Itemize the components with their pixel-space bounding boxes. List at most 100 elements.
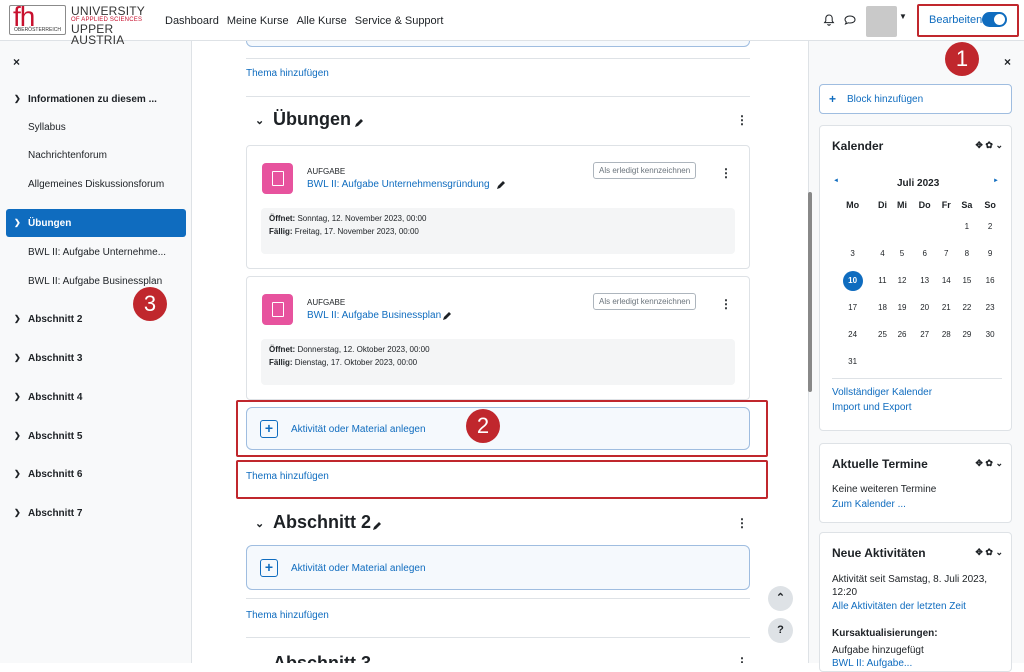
activity-menu-icon[interactable]: ⋮	[720, 297, 732, 311]
university-logo[interactable]: fh OBERÖSTERREICH UNIVERSITY OF APPLIED …	[9, 5, 145, 46]
chevron-down-icon[interactable]: ⌄	[255, 114, 264, 127]
calendar-day[interactable]: 17	[832, 294, 873, 321]
add-activity-box-top[interactable]	[246, 41, 750, 47]
full-calendar-link[interactable]: Vollständiger Kalender	[832, 387, 932, 398]
calendar-day[interactable]: 3	[832, 240, 873, 267]
nav-alle-kurse[interactable]: Alle Kurse	[297, 15, 347, 27]
calendar-day[interactable]: 22	[956, 294, 979, 321]
activity-link-unternehmensgruendung[interactable]: BWL II: Aufgabe Unternehmensgründung	[307, 179, 490, 190]
pencil-icon[interactable]	[441, 311, 452, 322]
calendar-today[interactable]: 10	[842, 270, 863, 291]
chat-icon[interactable]	[842, 13, 858, 27]
divider	[246, 96, 750, 97]
calendar-day	[978, 348, 1002, 375]
chevron-down-icon[interactable]: ⌄	[255, 658, 264, 663]
close-drawer-icon[interactable]: ×	[1004, 55, 1011, 69]
highlight-box-add-activity	[236, 400, 768, 457]
pencil-icon[interactable]	[371, 521, 382, 532]
top-navbar: fh OBERÖSTERREICH UNIVERSITY OF APPLIED …	[0, 0, 1024, 46]
calendar-day	[832, 213, 873, 240]
calendar-day[interactable]: 5	[892, 240, 913, 267]
section-title-abschnitt-3[interactable]: Abschnitt 3	[273, 653, 371, 663]
calendar-day[interactable]: 24	[832, 321, 873, 348]
calendar-day[interactable]: 11	[873, 267, 892, 294]
calendar-day[interactable]: 10	[832, 267, 873, 294]
calendar-day[interactable]: 12	[892, 267, 913, 294]
index-section-uebungen[interactable]: ❯ Übungen	[6, 209, 186, 237]
calendar-day[interactable]: 16	[978, 267, 1002, 294]
calendar-day[interactable]: 9	[978, 240, 1002, 267]
calendar-day[interactable]: 27	[912, 321, 937, 348]
edit-mode-label[interactable]: Bearbeiten	[929, 14, 982, 26]
calendar-day[interactable]: 6	[912, 240, 937, 267]
calendar-day[interactable]: 25	[873, 321, 892, 348]
calendar-day[interactable]: 8	[956, 240, 979, 267]
update-link[interactable]: BWL II: Aufgabe...	[832, 658, 912, 669]
add-topic-link[interactable]: Thema hinzufügen	[246, 68, 329, 79]
user-avatar[interactable]	[866, 6, 897, 37]
nav-meine-kurse[interactable]: Meine Kurse	[227, 15, 289, 27]
prev-month-icon[interactable]: ◄	[833, 178, 839, 184]
chevron-down-icon[interactable]: ❯	[14, 469, 21, 478]
calendar-week: 17 18 19 20 21 22 23	[832, 294, 1002, 321]
activity-menu-icon[interactable]: ⋮	[720, 166, 732, 180]
calendar-day[interactable]: 28	[937, 321, 956, 348]
calendar-day[interactable]: 2	[978, 213, 1002, 240]
mark-done-button[interactable]: Als erledigt kennzeichnen	[593, 293, 697, 310]
calendar-day[interactable]: 31	[832, 348, 873, 375]
nav-service-support[interactable]: Service & Support	[355, 15, 444, 27]
calendar-day[interactable]: 15	[956, 267, 979, 294]
index-label: Übungen	[28, 218, 72, 229]
add-topic-link[interactable]: Thema hinzufügen	[246, 610, 329, 621]
calendar-day[interactable]: 14	[937, 267, 956, 294]
calendar-day[interactable]: 4	[873, 240, 892, 267]
activity-link-businessplan[interactable]: BWL II: Aufgabe Businessplan	[307, 310, 441, 321]
calendar-day[interactable]: 29	[956, 321, 979, 348]
section-title-abschnitt-2[interactable]: Abschnitt 2	[273, 512, 371, 533]
next-month-icon[interactable]: ►	[993, 178, 999, 184]
index-label: Abschnitt 3	[28, 353, 83, 364]
all-activities-link[interactable]: Alle Aktivitäten der letzten Zeit	[832, 601, 966, 612]
section-menu-icon[interactable]: ⋮	[736, 655, 748, 663]
section-menu-icon[interactable]: ⋮	[736, 113, 748, 127]
goto-calendar-link[interactable]: Zum Kalender ...	[832, 499, 906, 510]
bell-icon[interactable]	[822, 13, 836, 27]
calendar-day[interactable]: 26	[892, 321, 913, 348]
help-button[interactable]: ?	[768, 618, 793, 643]
calendar-day[interactable]: 19	[892, 294, 913, 321]
chevron-down-icon[interactable]: ▼	[899, 12, 907, 21]
chevron-down-icon[interactable]: ❯	[14, 218, 21, 227]
calendar-day[interactable]: 23	[978, 294, 1002, 321]
calendar-day[interactable]: 18	[873, 294, 892, 321]
calendar-day[interactable]: 7	[937, 240, 956, 267]
block-controls[interactable]: ✥ ✿ ⌄	[975, 140, 1003, 151]
section-title-uebungen[interactable]: Übungen	[273, 109, 351, 130]
nav-dashboard[interactable]: Dashboard	[165, 15, 219, 27]
calendar-day[interactable]: 30	[978, 321, 1002, 348]
calendar-day[interactable]: 21	[937, 294, 956, 321]
section-menu-icon[interactable]: ⋮	[736, 516, 748, 530]
calendar-day[interactable]: 20	[912, 294, 937, 321]
scrollbar[interactable]	[808, 192, 812, 392]
pencil-icon[interactable]	[495, 180, 506, 191]
add-block-button[interactable]: + Block hinzufügen	[819, 84, 1012, 114]
chevron-down-icon[interactable]: ⌄	[255, 517, 264, 530]
divider	[246, 58, 750, 59]
block-controls[interactable]: ✥ ✿ ⌄	[975, 458, 1003, 469]
close-drawer-icon[interactable]: ×	[13, 55, 20, 69]
chevron-down-icon[interactable]: ❯	[14, 508, 21, 517]
chevron-down-icon[interactable]: ❯	[14, 431, 21, 440]
chevron-down-icon[interactable]: ❯	[14, 392, 21, 401]
block-controls[interactable]: ✥ ✿ ⌄	[975, 547, 1003, 558]
chevron-down-icon[interactable]: ❯	[14, 94, 21, 103]
import-export-link[interactable]: Import und Export	[832, 402, 911, 413]
add-activity-button[interactable]: + Aktivität oder Material anlegen	[246, 545, 750, 590]
chevron-down-icon[interactable]: ❯	[14, 314, 21, 323]
chevron-down-icon[interactable]: ❯	[14, 353, 21, 362]
calendar-day[interactable]: 13	[912, 267, 937, 294]
calendar-day[interactable]: 1	[956, 213, 979, 240]
edit-mode-toggle[interactable]	[982, 12, 1007, 27]
pencil-icon[interactable]	[353, 118, 364, 129]
mark-done-button[interactable]: Als erledigt kennzeichnen	[593, 162, 697, 179]
back-to-top-button[interactable]: ⌃	[768, 586, 793, 611]
